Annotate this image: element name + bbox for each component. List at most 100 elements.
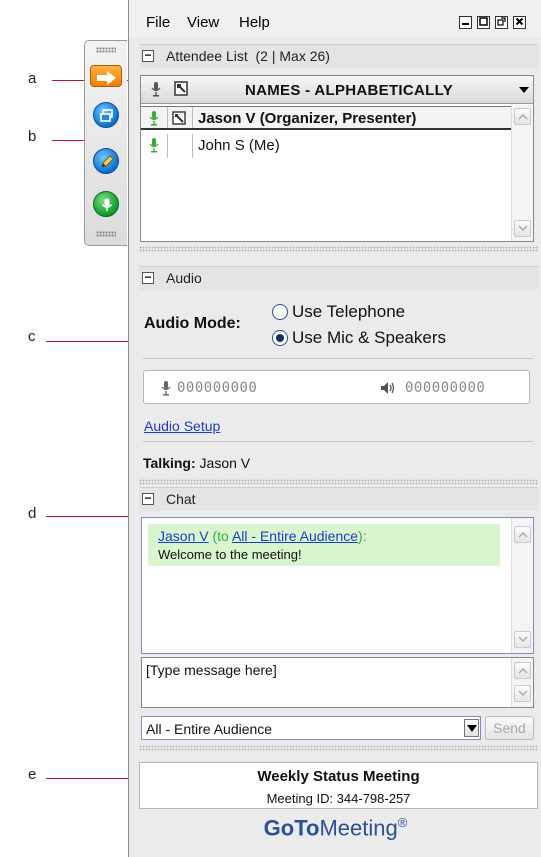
maximize-button[interactable] <box>477 16 490 29</box>
audio-panel-header[interactable]: − Audio <box>139 266 538 290</box>
chat-log: Jason V (to All - Entire Audience): Welc… <box>141 517 534 654</box>
scroll-up-button[interactable] <box>514 108 531 125</box>
close-icon <box>515 17 524 26</box>
attendee-row[interactable]: Jason V (Organizer, Presenter) <box>141 106 511 130</box>
logo-goto: GoTo <box>263 815 320 841</box>
callout-e: e <box>28 766 37 783</box>
chat-panel-header[interactable]: − Chat <box>139 487 538 511</box>
chat-sender-link[interactable]: Jason V <box>158 528 209 544</box>
microphone-active-icon[interactable] <box>147 137 161 153</box>
collapse-attendee-button[interactable]: − <box>142 49 154 62</box>
toolbar-grip-top[interactable] <box>96 47 116 53</box>
close-button[interactable] <box>513 16 526 29</box>
speaker-icon <box>381 382 395 394</box>
use-mic-speakers-label[interactable]: Use Mic & Speakers <box>292 328 446 348</box>
logo-meeting: Meeting <box>319 815 398 841</box>
audio-mode-label: Audio Mode: <box>144 315 241 332</box>
mic-level-meter: 000000000 <box>177 380 258 396</box>
audience-dropdown-button[interactable] <box>464 719 479 737</box>
microphone-active-icon[interactable] <box>147 110 161 126</box>
attendee-panel-header[interactable]: − Attendee List (2 | Max 26) <box>139 44 538 68</box>
microphone-icon <box>161 381 171 396</box>
menu-file[interactable]: File <box>146 14 170 31</box>
control-panel-window: File View Help − Attendee List (2 | Max … <box>128 0 541 857</box>
menu-bar: File View Help <box>129 0 541 38</box>
scroll-up-button[interactable] <box>514 662 531 679</box>
audio-panel-title: Audio <box>166 270 202 286</box>
divider <box>143 358 533 359</box>
chat-panel-title: Chat <box>166 491 196 507</box>
menu-help[interactable]: Help <box>239 14 270 31</box>
microphone-button[interactable] <box>93 191 119 217</box>
callout-b: b <box>28 128 37 145</box>
use-telephone-label[interactable]: Use Telephone <box>292 302 405 322</box>
chat-input-placeholder: [Type message here] <box>146 662 277 678</box>
chevron-down-icon <box>518 690 528 697</box>
show-control-panel-button[interactable] <box>90 65 122 87</box>
meeting-info: Weekly Status Meeting Meeting ID: 344-79… <box>139 762 538 809</box>
use-telephone-radio[interactable] <box>272 304 288 320</box>
attendee-name: Jason V (Organizer, Presenter) <box>198 110 417 127</box>
chat-audience-select[interactable]: All - Entire Audience <box>141 716 481 740</box>
panel-resize-handle[interactable] <box>139 246 538 252</box>
chat-input-scrollbar[interactable] <box>511 658 533 707</box>
use-mic-speakers-radio[interactable] <box>272 330 288 346</box>
attendee-list-header: NAMES - ALPHABETICALLY <box>141 76 533 104</box>
chat-scrollbar[interactable] <box>511 518 533 653</box>
chat-message-header: Jason V (to All - Entire Audience): <box>158 528 367 544</box>
presenter-column-icon[interactable] <box>172 80 190 98</box>
chevron-down-icon <box>467 725 477 732</box>
cell-divider <box>192 134 193 158</box>
attendee-list: NAMES - ALPHABETICALLY Jason V (Organize… <box>140 75 534 242</box>
collapse-chat-button[interactable]: − <box>142 492 154 505</box>
cell-divider <box>192 107 193 128</box>
divider <box>143 441 533 442</box>
callout-c: c <box>28 328 36 345</box>
popout-button[interactable] <box>495 16 508 29</box>
scroll-down-button[interactable] <box>514 220 531 237</box>
attendee-row[interactable]: John S (Me) <box>141 134 511 158</box>
scroll-down-button[interactable] <box>514 685 531 702</box>
chevron-down-icon[interactable] <box>519 87 529 93</box>
minimize-button[interactable] <box>459 16 472 29</box>
callout-a: a <box>28 70 37 87</box>
popout-icon <box>497 17 506 26</box>
panel-resize-handle[interactable] <box>139 745 538 751</box>
attendee-name: John S (Me) <box>198 137 280 154</box>
panel-resize-handle[interactable] <box>139 479 538 485</box>
pen-icon <box>101 155 114 168</box>
callout-d: d <box>28 505 37 522</box>
collapse-audio-button[interactable]: − <box>142 271 154 284</box>
attendee-scrollbar[interactable] <box>511 105 533 241</box>
sort-dropdown-label[interactable]: NAMES - ALPHABETICALLY <box>245 82 453 99</box>
presenter-icon <box>172 111 186 125</box>
gotomeeting-logo: GoToMeeting® <box>129 815 541 841</box>
audio-setup-link[interactable]: Audio Setup <box>144 418 220 434</box>
scroll-down-button[interactable] <box>514 631 531 648</box>
send-button[interactable]: Send <box>485 716 534 740</box>
chevron-up-icon <box>518 113 528 120</box>
attendee-count: (2 | Max 26) <box>255 48 330 64</box>
meeting-title: Weekly Status Meeting <box>257 768 420 785</box>
drawing-tools-button[interactable] <box>93 148 119 174</box>
talking-indicator: Talking: Jason V <box>143 455 250 471</box>
scroll-up-button[interactable] <box>514 526 531 543</box>
maximize-icon <box>479 17 488 26</box>
chevron-down-icon <box>518 225 528 232</box>
talking-label: Talking: <box>143 455 196 471</box>
show-screen-button[interactable] <box>93 102 119 128</box>
menu-view[interactable]: View <box>187 14 219 31</box>
chat-message-input[interactable]: [Type message here] <box>141 657 534 708</box>
microphone-column-icon[interactable] <box>147 80 165 98</box>
arrow-right-icon <box>97 71 116 85</box>
chat-to-prefix: (to <box>212 528 229 544</box>
chat-to-suffix: ): <box>358 528 367 544</box>
chevron-up-icon <box>518 667 528 674</box>
chat-audience-value: All - Entire Audience <box>146 721 273 737</box>
attendee-title-text: Attendee List <box>166 48 248 64</box>
toolbar-grip-bottom[interactable] <box>96 231 116 237</box>
attendee-panel-title: Attendee List (2 | Max 26) <box>166 48 330 64</box>
chevron-up-icon <box>518 531 528 538</box>
chat-recipient-link[interactable]: All - Entire Audience <box>232 528 358 544</box>
windows-icon <box>100 109 113 122</box>
